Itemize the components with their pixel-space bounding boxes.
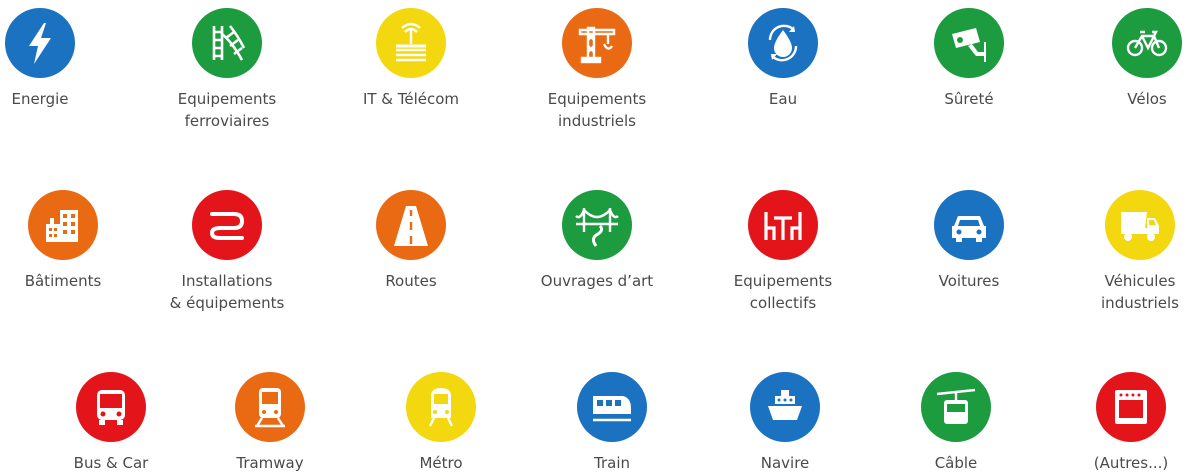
category-label: Equipements collectifs	[733, 272, 833, 312]
category-bus-car[interactable]: Bus & Car	[26, 372, 196, 474]
train-icon	[577, 372, 647, 442]
category-velos[interactable]: Vélos	[1062, 8, 1198, 110]
category-label: Train	[594, 454, 630, 472]
dump-truck-icon	[1105, 190, 1175, 260]
oven-icon	[1096, 372, 1166, 442]
category-equipements-industriels[interactable]: Equipements industriels	[512, 8, 682, 132]
category-label: Ouvrages d’art	[540, 272, 654, 290]
crane-icon	[562, 8, 632, 78]
category-label: Tramway	[236, 454, 304, 472]
category-navire[interactable]: Navire	[700, 372, 870, 474]
category-routes[interactable]: Routes	[326, 190, 496, 292]
road-icon	[376, 190, 446, 260]
category-label: Sûreté	[944, 90, 994, 108]
metro-icon	[406, 372, 476, 442]
bicycle-icon	[1112, 8, 1182, 78]
water-drop-icon	[748, 8, 818, 78]
category-label: Navire	[760, 454, 810, 472]
rail-switch-icon	[192, 8, 262, 78]
category-label: Routes	[385, 272, 437, 290]
category-label: Véhicules industriels	[1101, 272, 1179, 312]
category-eau[interactable]: Eau	[698, 8, 868, 110]
category-label: Vélos	[1127, 90, 1167, 108]
category-surete[interactable]: Sûreté	[884, 8, 1054, 110]
table-chairs-icon	[748, 190, 818, 260]
car-icon	[934, 190, 1004, 260]
bus-icon	[76, 372, 146, 442]
category-label: Equipements industriels	[547, 90, 647, 130]
category-label: Câble	[934, 454, 978, 472]
category-batiments[interactable]: Bâtiments	[0, 190, 148, 292]
category-metro[interactable]: Métro	[356, 372, 526, 474]
category-label: Bus & Car	[73, 454, 149, 472]
category-ouvrages-d-art[interactable]: Ouvrages d’art	[512, 190, 682, 292]
pipes-icon	[192, 190, 262, 260]
security-camera-icon	[934, 8, 1004, 78]
lightning-icon	[5, 8, 75, 78]
category-train[interactable]: Train	[527, 372, 697, 474]
category-cable[interactable]: Câble	[871, 372, 1041, 474]
category-label: Equipements ferroviaires	[177, 90, 277, 130]
category-label: (Autres...)	[1093, 454, 1169, 472]
category-label: Energie	[11, 90, 69, 108]
category-autres[interactable]: (Autres...)	[1046, 372, 1198, 474]
category-installations-equipements[interactable]: Installations & équipements	[142, 190, 312, 314]
category-label: Bâtiments	[24, 272, 102, 290]
cable-car-icon	[921, 372, 991, 442]
ship-icon	[750, 372, 820, 442]
tram-icon	[235, 372, 305, 442]
router-icon	[376, 8, 446, 78]
category-label: Installations & équipements	[169, 272, 285, 312]
category-it-telecom[interactable]: IT & Télécom	[326, 8, 496, 110]
category-label: IT & Télécom	[362, 90, 460, 108]
category-label: Métro	[419, 454, 463, 472]
category-vehicules-industriels[interactable]: Véhicules industriels	[1055, 190, 1198, 314]
category-voitures[interactable]: Voitures	[884, 190, 1054, 292]
category-equipements-ferroviaires[interactable]: Equipements ferroviaires	[142, 8, 312, 132]
building-icon	[28, 190, 98, 260]
category-equipements-collectifs[interactable]: Equipements collectifs	[698, 190, 868, 314]
category-label: Eau	[768, 90, 798, 108]
category-label: Voitures	[938, 272, 1000, 290]
bridge-icon	[562, 190, 632, 260]
category-energie[interactable]: Energie	[0, 8, 125, 110]
category-tramway[interactable]: Tramway	[185, 372, 355, 474]
